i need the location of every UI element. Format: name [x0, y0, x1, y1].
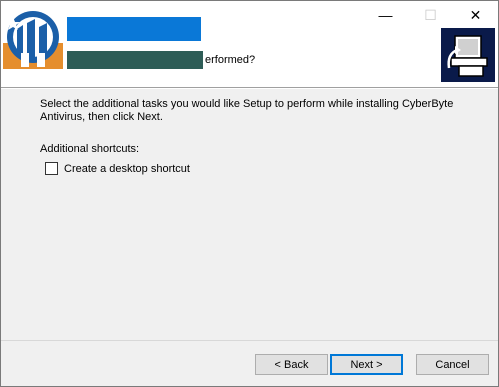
back-button[interactable]: < Back: [255, 354, 328, 375]
desktop-shortcut-checkbox[interactable]: [45, 162, 58, 175]
wizard-header: erformed? — ☐ ✕: [1, 1, 498, 87]
minimize-icon: —: [378, 7, 393, 23]
page-subtitle: erformed?: [205, 54, 256, 66]
additional-shortcuts-label: Additional shortcuts:: [40, 143, 140, 155]
minimize-button[interactable]: —: [363, 1, 408, 29]
desktop-shortcut-label[interactable]: Create a desktop shortcut: [64, 163, 190, 175]
cyberbyte-logo-icon: [3, 11, 63, 69]
cancel-button[interactable]: Cancel: [416, 354, 489, 375]
maximize-button[interactable]: ☐: [408, 1, 453, 29]
instructions-text: Select the additional tasks you would li…: [40, 98, 454, 123]
redacted-subtitle-block: [67, 51, 203, 69]
footer-divider: [1, 340, 498, 341]
redacted-title-block: [67, 17, 201, 41]
close-icon: ✕: [469, 6, 482, 23]
computer-install-icon: [441, 28, 495, 82]
header-divider-highlight: [1, 88, 498, 89]
close-button[interactable]: ✕: [453, 1, 498, 29]
next-button[interactable]: Next >: [330, 354, 403, 375]
maximize-icon: ☐: [424, 6, 437, 23]
setup-wizard-window: erformed? — ☐ ✕ Select the additional ta…: [0, 0, 499, 387]
task-desktop-shortcut[interactable]: Create a desktop shortcut: [45, 162, 190, 175]
